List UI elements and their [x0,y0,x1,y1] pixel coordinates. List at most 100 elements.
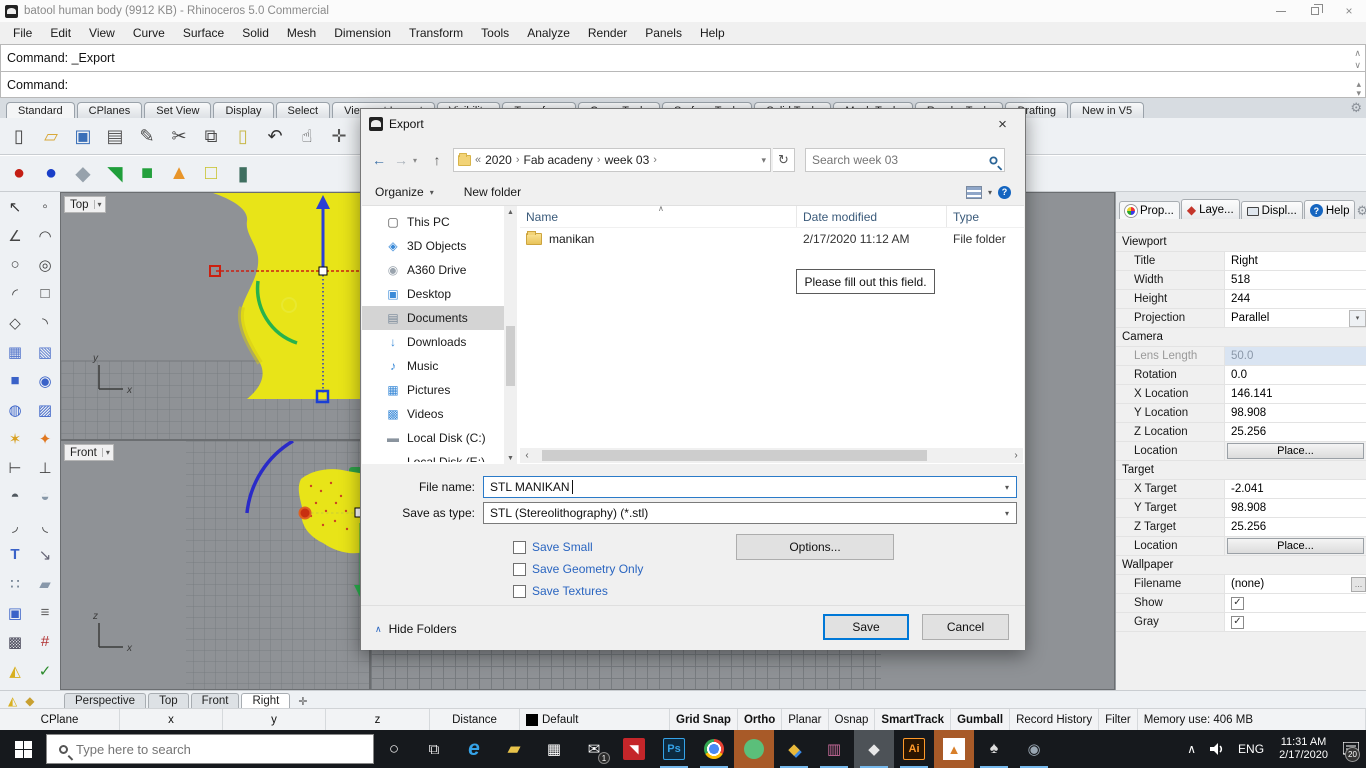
wedge-icon[interactable]: ◭ [8,694,17,708]
Documents[interactable]: ▤ Documents [362,306,504,330]
menu-item[interactable]: Dimension [325,24,400,42]
y-location-value[interactable]: 98.908 [1224,404,1366,422]
Local Disk (C:)[interactable]: ▬ Local Disk (C:) [362,426,504,450]
status-cell[interactable]: Gumball [951,709,1011,730]
edge[interactable]: e [454,730,494,768]
x-target-value[interactable]: -2.041 [1224,480,1366,498]
toolbar-button[interactable]: ▮ [230,160,256,188]
y-target-value[interactable]: 98.908 [1224,499,1366,517]
toolbar-button[interactable]: ⧉ [198,122,224,150]
tool-button[interactable]: ◇ [0,308,30,337]
tool-button[interactable]: ▧ [30,337,60,366]
clock[interactable]: 11:31 AM 2/17/2020 [1271,736,1336,762]
tool-button[interactable]: ◞ [0,511,30,540]
menu-item[interactable]: Mesh [278,24,325,42]
tool-button[interactable]: ✶ [0,424,30,453]
tool-button[interactable]: ○ [0,250,30,279]
This PC[interactable]: ▢ This PC [362,210,504,234]
breadcrumb[interactable]: « 2020 › Fab acadeny › week 03 › ▾ [453,148,771,172]
tool-button[interactable]: ◎ [30,250,60,279]
sketchup[interactable]: ◥ [614,730,654,768]
scroll-thumb[interactable] [506,326,515,386]
rhinoceros[interactable]: ◆ [854,730,894,768]
toolbar-button[interactable]: ▤ [102,122,128,150]
checkbox[interactable] [513,562,526,576]
language-indicator[interactable]: ENG [1231,730,1271,768]
tool-button[interactable]: ◜ [0,279,30,308]
remote-app[interactable]: ◉ [1014,730,1054,768]
column-date-modified[interactable]: Date modified [797,206,947,227]
checkbox[interactable] [513,540,526,554]
toolbar-button[interactable]: ▯ [230,122,256,150]
toolbar-gear-icon[interactable]: ⚙ [1350,100,1362,116]
toolbar-button[interactable]: ◆ [70,160,96,188]
store[interactable]: ▦ [534,730,574,768]
show-checkbox[interactable]: ✓ [1231,596,1244,610]
tool-button[interactable]: ◭ [0,656,30,685]
viewport-front[interactable]: Front ▾ z x [60,440,370,690]
refresh-button[interactable]: ↻ [773,148,795,172]
status-cell[interactable]: Osnap [829,709,876,730]
checkbox[interactable] [513,584,526,598]
camera-place-button[interactable]: Place... [1227,443,1364,459]
3D Objects[interactable]: ◈ 3D Objects [362,234,504,258]
scroll-right-icon[interactable]: › [1009,450,1023,461]
organize-button[interactable]: Organize [375,185,424,199]
status-cell[interactable]: Ortho [738,709,783,730]
z-target-value[interactable]: 25.256 [1224,518,1366,536]
toolbar-button[interactable]: ● [6,160,32,188]
dialog-search-box[interactable] [805,148,1005,172]
forward-button[interactable]: → [391,152,411,168]
status-cell[interactable]: SmartTrack [875,709,952,730]
status-cell[interactable]: Default [520,709,670,730]
tool-button[interactable]: ◦ [30,192,60,221]
chevron-down-icon[interactable]: ▾ [93,200,105,209]
minimize-button[interactable] [1264,0,1298,22]
toolbar-tab[interactable]: New in V5 [1069,102,1145,118]
menu-item[interactable]: File [4,24,41,42]
toolbar-button[interactable]: ◥ [102,160,128,188]
tool-button[interactable]: ◟ [30,511,60,540]
scroll-down-icon[interactable]: ▼ [504,452,517,465]
Videos[interactable]: ▩ Videos [362,402,504,426]
photoshop[interactable]: Ps [654,730,694,768]
tab-display[interactable]: Displ... [1240,201,1303,219]
dialog-search-input[interactable] [812,153,989,167]
toolbar-tab[interactable]: Standard [6,102,75,118]
breadcrumb-dropdown-icon[interactable]: ▾ [761,155,766,166]
dialog-title-bar[interactable]: Export × [361,109,1025,139]
column-type[interactable]: Type [947,206,1024,227]
viewport-front-label-chip[interactable]: Front ▾ [64,444,114,461]
mail[interactable]: ✉ 1 [574,730,614,768]
status-cell[interactable]: Record History [1010,709,1100,730]
projection-value[interactable]: Parallel [1231,312,1269,324]
menu-item[interactable]: Solid [233,24,278,42]
toolbar-button[interactable]: ✛ [326,122,352,150]
toolbar-button[interactable]: ▲ [166,160,192,188]
search-input[interactable] [76,741,326,757]
tool-button[interactable]: ▦ [0,337,30,366]
spades[interactable]: ♠ [974,730,1014,768]
menu-item[interactable]: Analyze [518,24,579,42]
toolbar-button[interactable]: ✎ [134,122,160,150]
tool-button[interactable]: T [0,540,30,569]
panel-gear-icon[interactable]: ⚙ [1356,203,1366,219]
history-dropdown-icon[interactable]: ▾ [413,156,425,165]
breadcrumb-item[interactable]: 2020 [485,153,512,167]
toolbar-tab[interactable]: Set View [144,102,212,118]
toolbar-button[interactable]: ● [38,160,64,188]
organize-dropdown-icon[interactable]: ▾ [430,188,434,197]
cone-icon[interactable]: ◆ [25,694,34,708]
status-cell[interactable]: Filter [1099,709,1138,730]
viewport-top-label-chip[interactable]: Top ▾ [64,196,106,213]
tool-button[interactable]: ◒ [30,482,60,511]
task-view[interactable]: ⧉ [414,730,454,768]
tool-button[interactable]: ◠ [30,221,60,250]
chevron-down-icon[interactable]: ▾ [101,448,113,457]
command-scroll-up[interactable]: ∧ [1354,49,1361,58]
view-mode-dropdown-icon[interactable]: ▾ [988,188,992,197]
tool-button[interactable]: □ [30,279,60,308]
command-spinner[interactable]: ▴ ▾ [1356,80,1361,98]
options-button[interactable]: Options... [736,534,894,560]
menu-item[interactable]: Transform [400,24,472,42]
